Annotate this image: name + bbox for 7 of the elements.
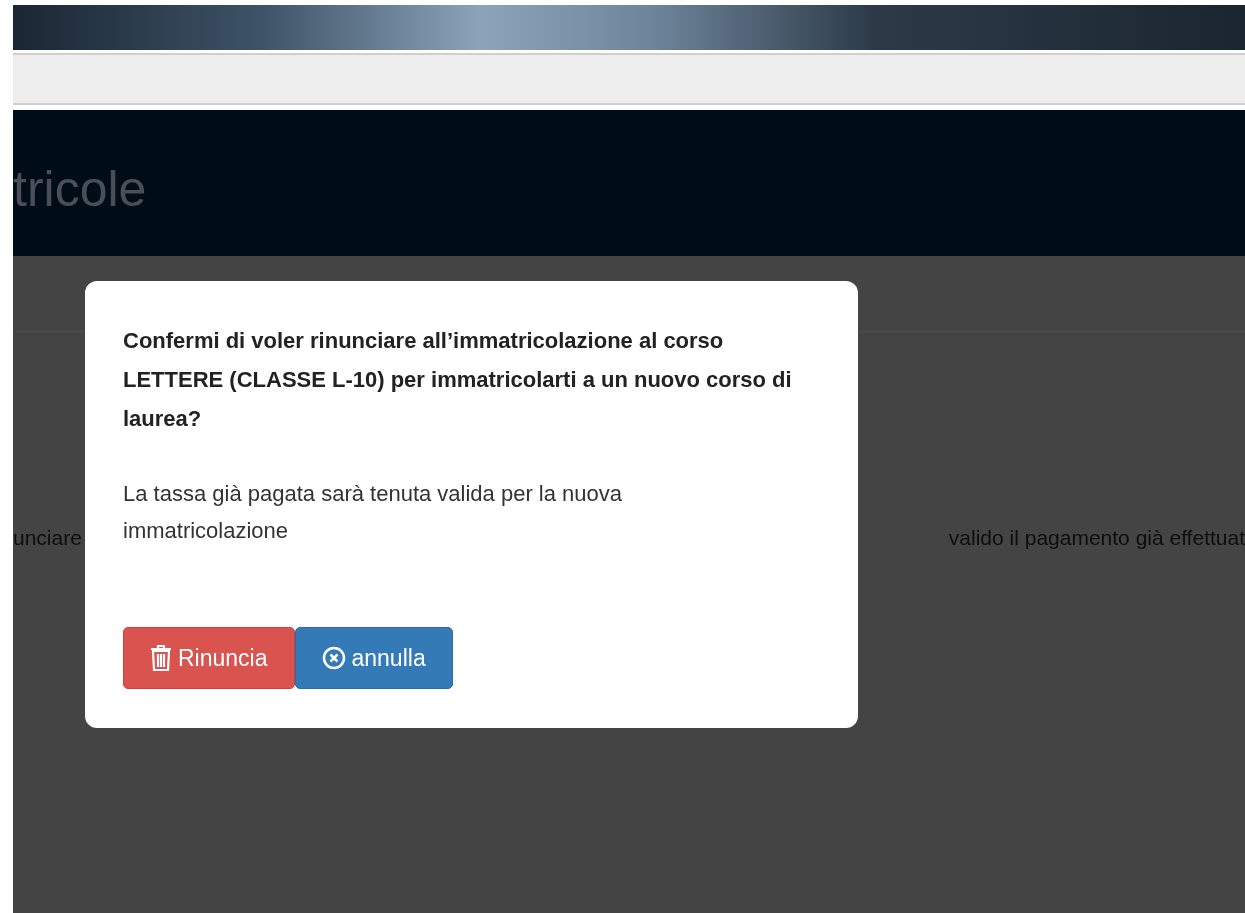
close-circle-icon (321, 646, 346, 670)
dialog-question: Confermi di voler rinunciare all’immatricolazione al corso LETTERE (CLASSE L-10) per immatricolarti a un nuovo corso di laurea? (123, 327, 793, 433)
dialog-message: La tassa già pagata sarà tenuta valida per la nuova immatricolazione (123, 480, 624, 545)
page-title: tricole (13, 159, 147, 219)
trash-icon (150, 645, 172, 671)
cancel-button[interactable]: annulla (294, 627, 453, 689)
renounce-button[interactable]: Rinuncia (123, 627, 295, 689)
